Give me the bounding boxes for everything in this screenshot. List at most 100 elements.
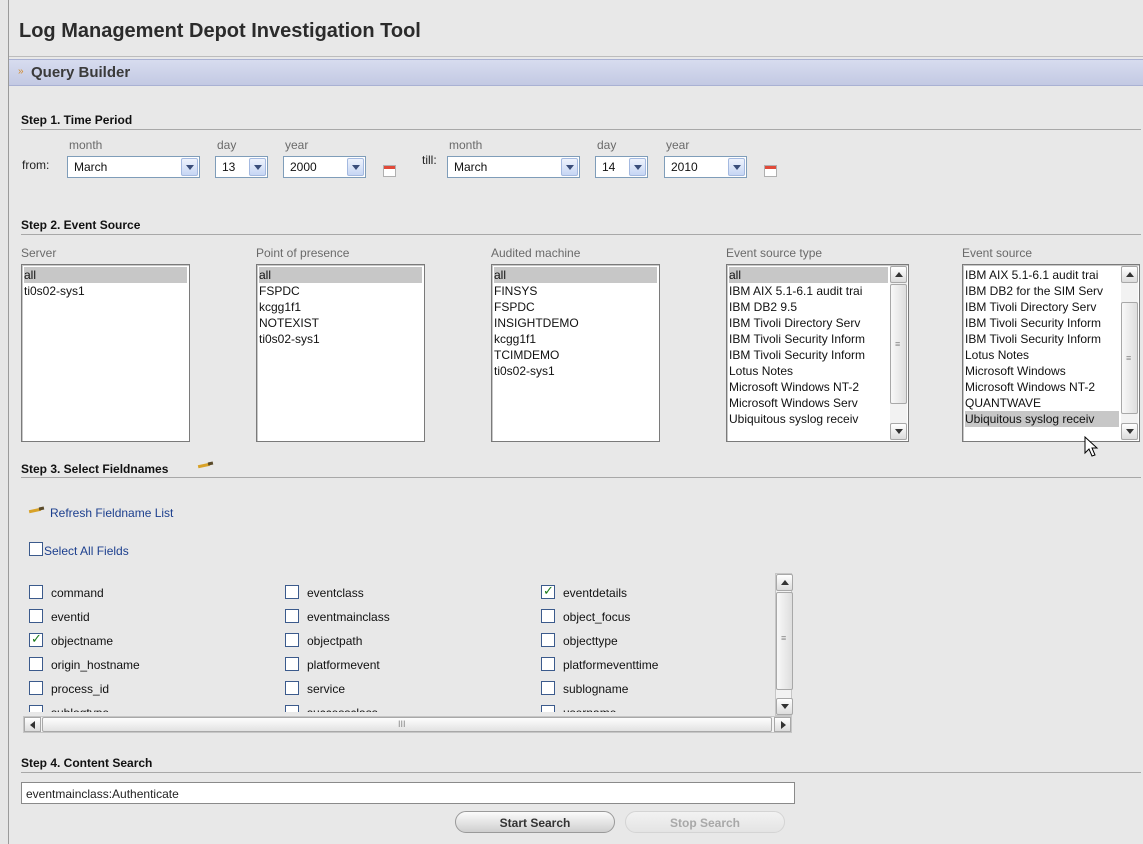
till-day-select[interactable]: 14 <box>595 156 648 178</box>
list-item[interactable]: IBM AIX 5.1-6.1 audit trai <box>965 267 1119 283</box>
field-checkbox-sublogtype[interactable] <box>29 705 43 712</box>
query-builder-header[interactable] <box>9 59 1143 86</box>
list-item[interactable]: IBM Tivoli Security Inform <box>965 331 1119 347</box>
list-item[interactable]: kcgg1f1 <box>259 299 422 315</box>
field-label[interactable]: eventid <box>51 610 90 624</box>
refresh-fieldname-link[interactable]: Refresh Fieldname List <box>50 506 173 520</box>
collapse-chevron-icon[interactable]: » <box>18 66 24 77</box>
scroll-down-icon[interactable] <box>890 423 907 440</box>
event-source-type-listbox[interactable]: all IBM AIX 5.1-6.1 audit trai IBM DB2 9.5… <box>726 264 909 442</box>
field-checkbox-objectpath[interactable] <box>285 633 299 647</box>
list-item[interactable]: all <box>259 267 422 283</box>
list-item[interactable]: FSPDC <box>259 283 422 299</box>
list-item[interactable]: IBM DB2 for the SIM Serv <box>965 283 1119 299</box>
list-item[interactable]: QUANTWAVE <box>965 395 1119 411</box>
list-item[interactable]: Microsoft Windows Serv <box>729 395 888 411</box>
list-item[interactable]: FINSYS <box>494 283 657 299</box>
field-label[interactable]: eventclass <box>307 586 364 600</box>
chevron-down-icon[interactable] <box>249 158 266 176</box>
field-label[interactable]: sublogtype <box>51 706 109 712</box>
list-item[interactable]: IBM Tivoli Directory Serv <box>729 315 888 331</box>
field-label[interactable]: origin_hostname <box>51 658 140 672</box>
from-month-select[interactable]: March <box>67 156 200 178</box>
list-item[interactable]: Microsoft Windows NT-2 <box>965 379 1119 395</box>
field-label[interactable]: platformeventtime <box>563 658 658 672</box>
list-item[interactable]: TCIMDEMO <box>494 347 657 363</box>
list-item[interactable]: Ubiquitous syslog receiv <box>729 411 888 427</box>
field-checkbox-object_focus[interactable] <box>541 609 555 623</box>
scroll-thumb[interactable]: ≡ <box>776 592 793 690</box>
field-label[interactable]: object_focus <box>563 610 630 624</box>
list-item[interactable]: Microsoft Windows NT-2 <box>729 379 888 395</box>
calendar-icon[interactable] <box>764 165 777 177</box>
chevron-down-icon[interactable] <box>561 158 578 176</box>
scroll-thumb[interactable]: ≡ <box>1121 302 1138 414</box>
field-checkbox-sublogname[interactable] <box>541 681 555 695</box>
field-label[interactable]: command <box>51 586 104 600</box>
list-item[interactable]: ti0s02-sys1 <box>259 331 422 347</box>
event-source-scrollbar[interactable]: ≡ <box>1121 266 1138 440</box>
field-label[interactable]: objectpath <box>307 634 362 648</box>
field-label[interactable]: objecttype <box>563 634 618 648</box>
field-checkbox-command[interactable] <box>29 585 43 599</box>
list-item[interactable]: all <box>494 267 657 283</box>
chevron-down-icon[interactable] <box>347 158 364 176</box>
list-item[interactable]: ti0s02-sys1 <box>24 283 187 299</box>
list-item[interactable]: ti0s02-sys1 <box>494 363 657 379</box>
select-all-label[interactable]: Select All Fields <box>44 544 129 558</box>
list-item[interactable]: all <box>729 267 888 283</box>
fields-horizontal-scrollbar[interactable]: III <box>23 716 792 733</box>
field-label[interactable]: service <box>307 682 345 696</box>
scroll-left-icon[interactable] <box>24 717 41 732</box>
field-label[interactable]: objectname <box>51 634 113 648</box>
list-item[interactable]: INSIGHTDEMO <box>494 315 657 331</box>
scroll-up-icon[interactable] <box>776 574 793 591</box>
list-item[interactable]: Lotus Notes <box>729 363 888 379</box>
field-checkbox-eventclass[interactable] <box>285 585 299 599</box>
list-item[interactable]: Ubiquitous syslog receiv <box>965 411 1119 427</box>
list-item[interactable]: IBM Tivoli Security Inform <box>965 315 1119 331</box>
field-checkbox-successclass[interactable] <box>285 705 299 712</box>
scroll-up-icon[interactable] <box>890 266 907 283</box>
list-item[interactable]: Microsoft Windows <box>965 363 1119 379</box>
list-item[interactable]: IBM Tivoli Security Inform <box>729 347 888 363</box>
point-of-presence-listbox[interactable]: all FSPDC kcgg1f1 NOTEXIST ti0s02-sys1 <box>256 264 425 442</box>
field-label[interactable]: process_id <box>51 682 109 696</box>
calendar-icon[interactable] <box>383 165 396 177</box>
field-label[interactable]: username <box>563 706 616 712</box>
field-checkbox-eventmainclass[interactable] <box>285 609 299 623</box>
field-label[interactable]: eventdetails <box>563 586 627 600</box>
field-checkbox-service[interactable] <box>285 681 299 695</box>
scroll-up-icon[interactable] <box>1121 266 1138 283</box>
event-source-type-scrollbar[interactable]: ≡ <box>890 266 907 440</box>
list-item[interactable]: kcgg1f1 <box>494 331 657 347</box>
fields-vertical-scrollbar[interactable]: ≡ <box>775 573 793 716</box>
field-label[interactable]: platformevent <box>307 658 380 672</box>
field-checkbox-platformevent[interactable] <box>285 657 299 671</box>
field-checkbox-origin_hostname[interactable] <box>29 657 43 671</box>
from-day-select[interactable]: 13 <box>215 156 268 178</box>
scroll-thumb[interactable]: ≡ <box>890 284 907 404</box>
content-search-input[interactable]: eventmainclass:Authenticate <box>21 782 795 804</box>
till-month-select[interactable]: March <box>447 156 580 178</box>
list-item[interactable]: IBM AIX 5.1-6.1 audit trai <box>729 283 888 299</box>
list-item[interactable]: IBM Tivoli Directory Serv <box>965 299 1119 315</box>
scroll-down-icon[interactable] <box>776 698 793 715</box>
audited-machine-listbox[interactable]: all FINSYS FSPDC INSIGHTDEMO kcgg1f1 TCIMDEMO… <box>491 264 660 442</box>
chevron-down-icon[interactable] <box>728 158 745 176</box>
list-item[interactable]: IBM DB2 9.5 <box>729 299 888 315</box>
chevron-down-icon[interactable] <box>629 158 646 176</box>
field-checkbox-eventdetails[interactable] <box>541 583 555 599</box>
field-label[interactable]: eventmainclass <box>307 610 390 624</box>
list-item[interactable]: NOTEXIST <box>259 315 422 331</box>
field-checkbox-objecttype[interactable] <box>541 633 555 647</box>
till-year-select[interactable]: 2010 <box>664 156 747 178</box>
field-checkbox-username[interactable] <box>541 705 555 712</box>
start-search-button[interactable]: Start Search <box>455 811 615 833</box>
query-builder-label[interactable]: Query Builder <box>31 64 130 81</box>
field-label[interactable]: sublogname <box>563 682 628 696</box>
field-checkbox-platformeventtime[interactable] <box>541 657 555 671</box>
field-checkbox-process_id[interactable] <box>29 681 43 695</box>
stop-search-button[interactable]: Stop Search <box>625 811 785 833</box>
scroll-thumb[interactable]: III <box>42 717 772 732</box>
